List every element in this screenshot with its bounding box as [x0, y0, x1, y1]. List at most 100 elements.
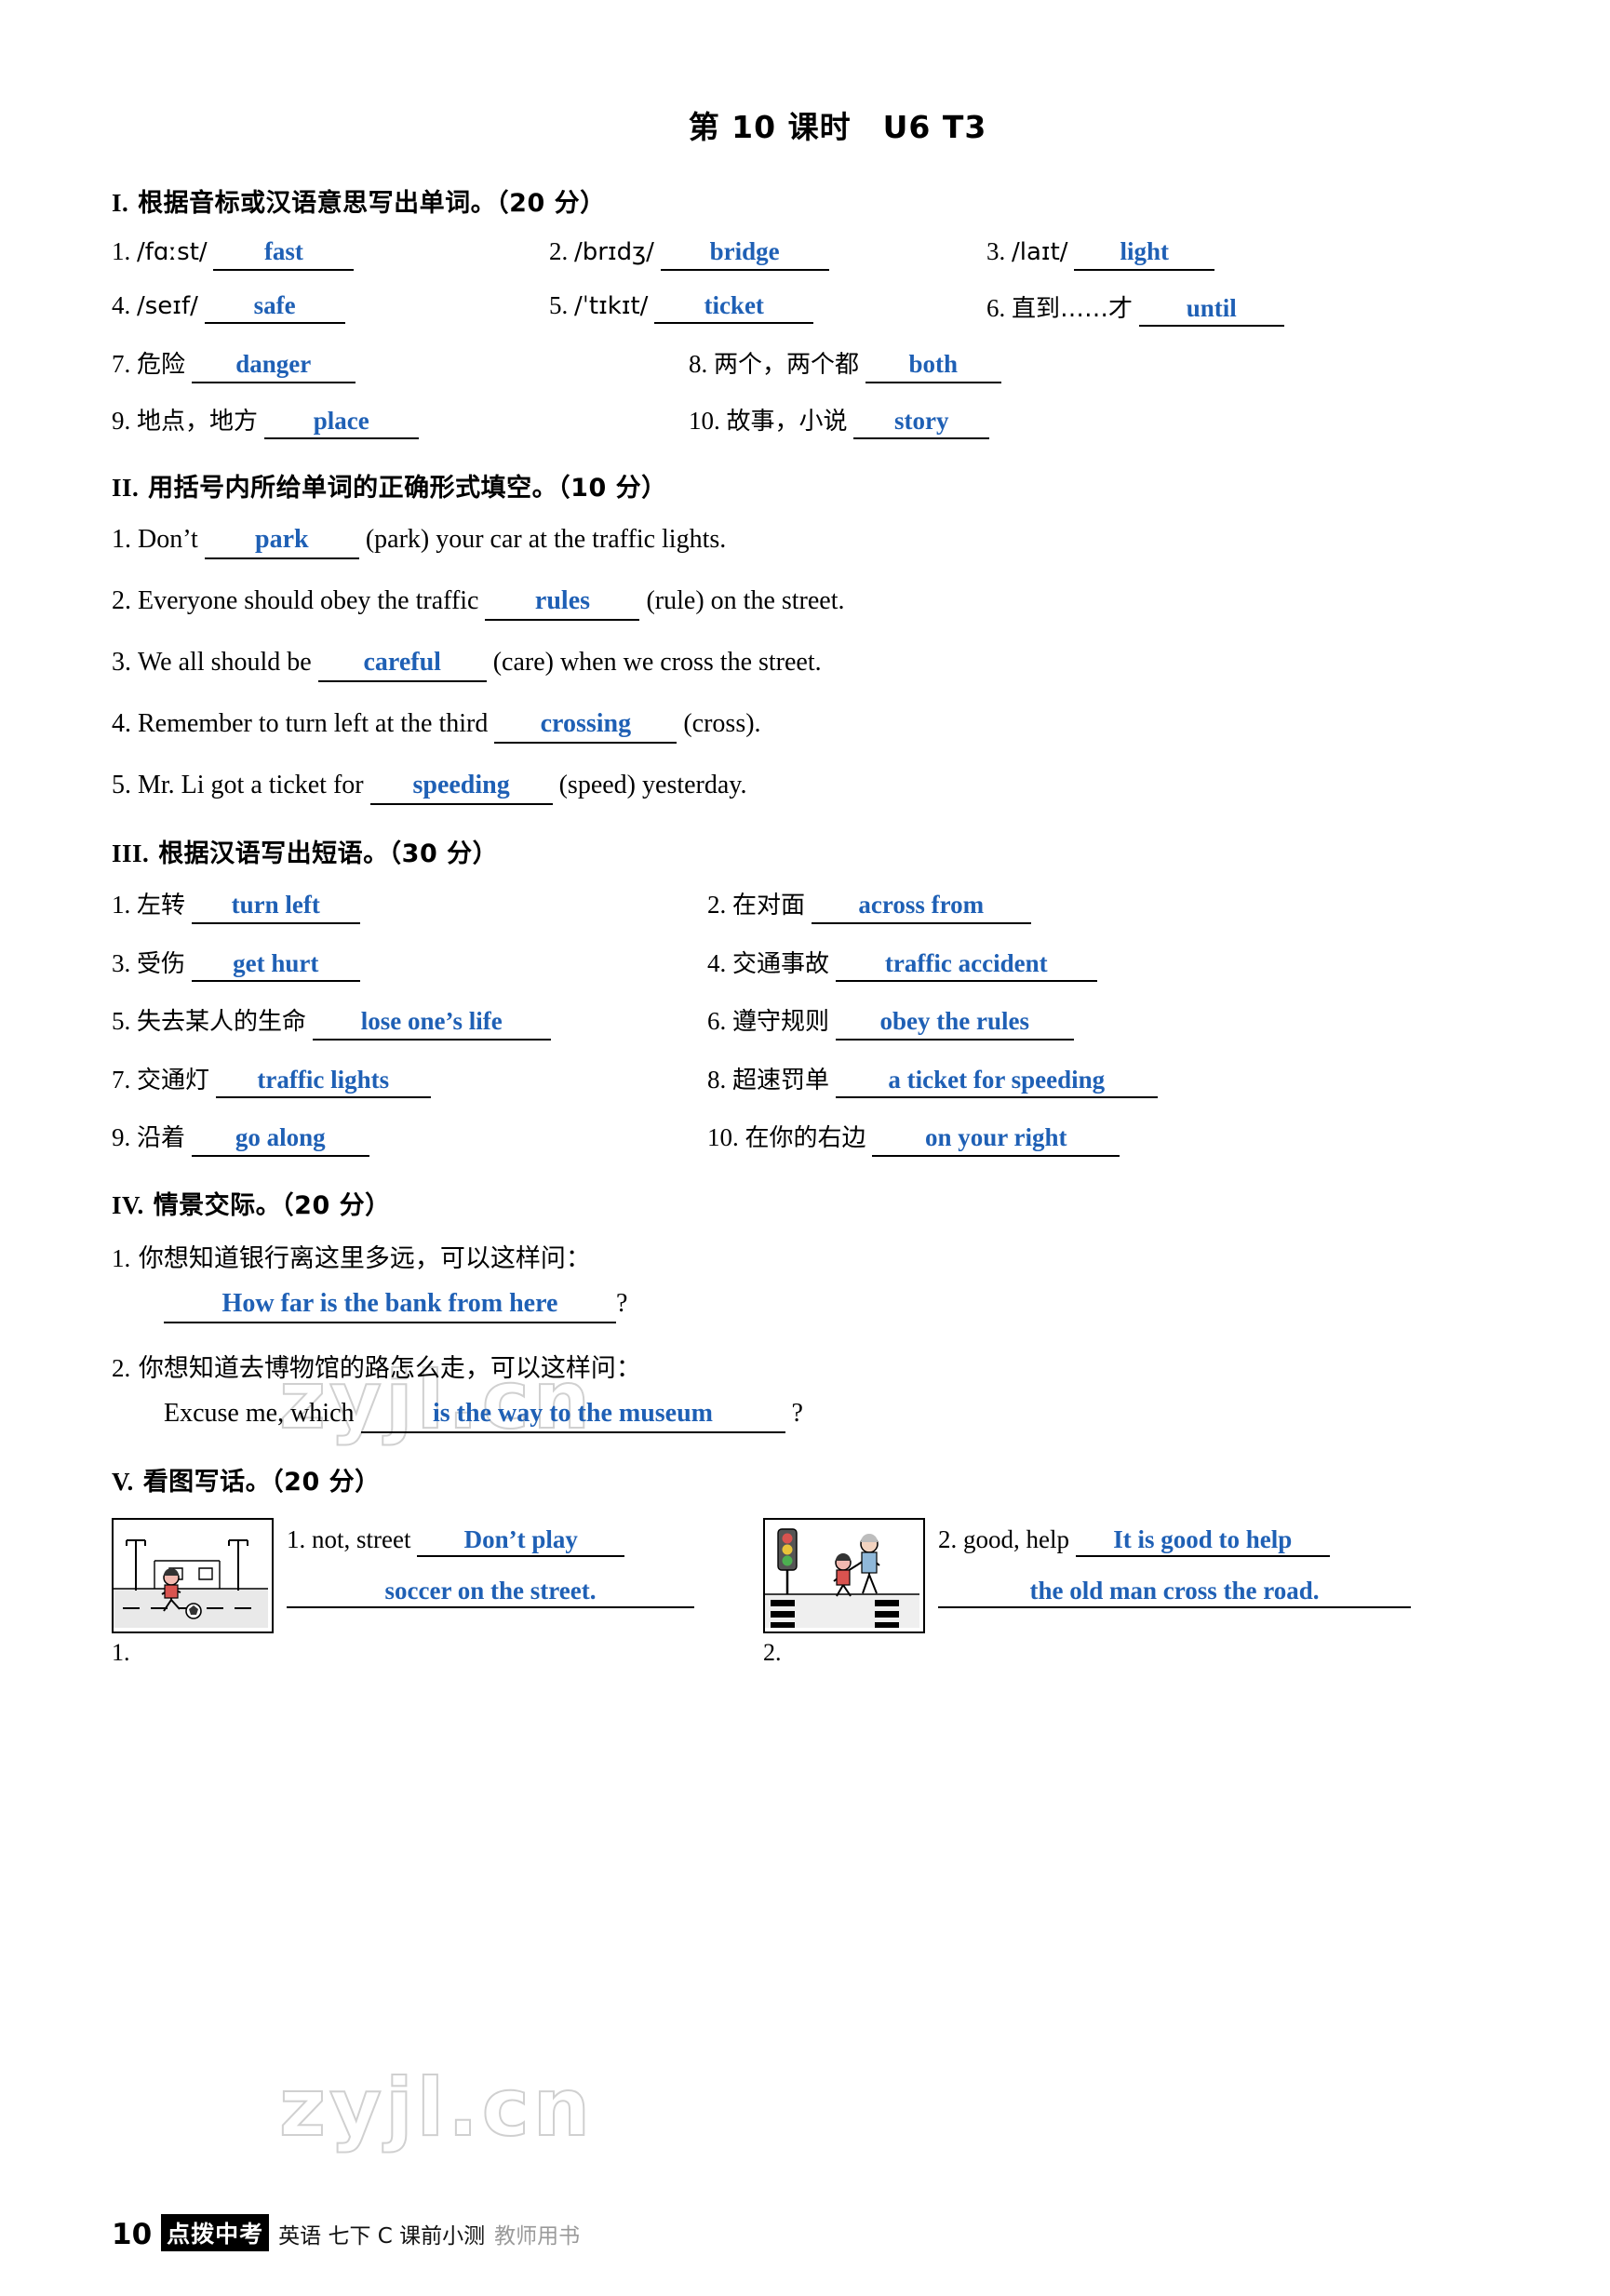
section-3-row: 5. 失去某人的生命 lose one’s life 6. 遵守规则 obey …	[112, 1002, 1508, 1041]
situation-answer-2: Excuse me, which is the way to the museu…	[164, 1397, 1508, 1433]
item-2: 2. /brɪdʒ/ bridge	[549, 235, 986, 271]
item-prompt: 受伤	[137, 949, 186, 978]
answer-blank[interactable]: Don’t play	[417, 1524, 625, 1558]
answer-blank[interactable]: until	[1138, 292, 1284, 328]
section-heading-2: II. 用括号内所给单词的正确形式填空。（10 分）	[112, 474, 667, 504]
answer-blank[interactable]: danger	[191, 348, 356, 383]
phrase-item-4: 4. 交通事故 traffic accident	[707, 945, 1097, 983]
answer-blank[interactable]: bridge	[660, 235, 829, 271]
item-6: 6. 直到……才 until	[986, 289, 1284, 328]
section-2-item: 3. We all should be careful (care) when …	[112, 643, 1508, 683]
section-2-item: 5. Mr. Li got a ticket for speeding (spe…	[112, 766, 1508, 806]
item-prompt: /fɑːst/	[137, 238, 208, 266]
item-prompt: 交通事故	[732, 949, 830, 978]
item-prompt: 左转	[137, 892, 186, 920]
answer-blank[interactable]: traffic accident	[835, 947, 1097, 983]
answer-blank[interactable]: park	[204, 523, 359, 560]
item-prompt: 两个，两个都	[714, 351, 860, 380]
item-prompt: 遵守规则	[732, 1008, 830, 1037]
answer-blank[interactable]: ticket	[654, 289, 814, 325]
answer-blank[interactable]: on your right	[872, 1121, 1120, 1157]
section-2-item: 2. Everyone should obey the traffic rule…	[112, 582, 1508, 622]
item-after: (care) when we cross the street.	[492, 648, 822, 678]
section-heading-5: V. 看图写话。（20 分）	[112, 1467, 381, 1497]
footer-text-secondary: 教师用书	[494, 2224, 581, 2249]
item-number: 3.	[112, 648, 131, 678]
answer-blank[interactable]: safe	[204, 289, 345, 325]
answer-blank[interactable]: speeding	[369, 769, 553, 806]
answer-blank[interactable]: is the way to the museum	[360, 1397, 785, 1433]
picture-answer-1: 1. not, street Don’t play soccer on the …	[287, 1518, 705, 1667]
answer-blank[interactable]: the old man cross the road.	[938, 1575, 1411, 1609]
item-prompt: 沿着	[137, 1124, 186, 1153]
item-number: 9.	[112, 1123, 131, 1152]
item-prompt: 你想知道去博物馆的路怎么走，可以这样问：	[138, 1353, 641, 1383]
answer-blank[interactable]: light	[1074, 235, 1215, 271]
item-before: Don’t	[138, 525, 198, 555]
item-number: 7.	[112, 350, 131, 379]
item-after: ?	[616, 1288, 628, 1318]
item-number: 1.	[112, 1243, 131, 1272]
item-after: (rule) on the street.	[646, 586, 845, 616]
answer-blank[interactable]: fast	[213, 235, 355, 271]
item-after: (speed) yesterday.	[558, 771, 747, 800]
watermark-2: zyjl.cn	[278, 2061, 594, 2155]
item-prompt: 危险	[137, 351, 186, 380]
worksheet-page: zyjl.cn zyjl.cn 第 10 课时 U6 T3 I. 根据音标或汉语意…	[0, 0, 1610, 2296]
phrase-item-8: 8. 超速罚单 a ticket for speeding	[707, 1061, 1158, 1099]
answer-blank[interactable]: How far is the bank from here	[164, 1287, 616, 1323]
page-footer: 10 点拨中考 英语 七下 C 课前小测 教师用书	[112, 2214, 580, 2251]
item-number: 8.	[707, 1065, 727, 1094]
picture-answer-2: 2. good, help It is good to help the old…	[938, 1518, 1422, 1667]
answer-blank[interactable]: traffic lights	[215, 1064, 431, 1099]
item-prompt: /ˈtɪkɪt/	[574, 291, 649, 320]
section-heading-5-text: 看图写话。（20 分）	[142, 1467, 381, 1497]
answer-blank[interactable]: place	[263, 405, 419, 440]
section-3-body: 1. 左转 turn left 2. 在对面 across from 3. 受伤…	[112, 886, 1508, 1157]
answer-blank[interactable]: get hurt	[191, 947, 360, 983]
answer-blank[interactable]: both	[865, 348, 1001, 383]
answer-blank[interactable]: turn left	[191, 889, 360, 924]
answer-blank[interactable]: lose one’s life	[312, 1005, 551, 1041]
answer-blank[interactable]: story	[853, 405, 990, 440]
section-3-row: 9. 沿着 go along 10. 在你的右边 on your right	[112, 1119, 1508, 1157]
item-after: (cross).	[683, 709, 761, 739]
section-heading-3-text: 根据汉语写出短语。（30 分）	[158, 839, 499, 869]
phrase-item-6: 6. 遵守规则 obey the rules	[707, 1002, 1074, 1041]
answer-blank[interactable]: rules	[485, 584, 640, 622]
children-playing-soccer-street-picture	[112, 1517, 274, 1633]
item-before: Mr. Li got a ticket for	[138, 771, 364, 800]
phrase-item-7: 7. 交通灯 traffic lights	[112, 1061, 707, 1099]
answer-blank[interactable]: careful	[317, 646, 487, 683]
picture-prompt: 1. not, street	[287, 1524, 411, 1553]
answer-blank[interactable]: a ticket for speeding	[835, 1064, 1158, 1099]
item-number: 3.	[112, 948, 131, 977]
answer-blank[interactable]: crossing	[494, 707, 678, 745]
item-number: 7.	[112, 1065, 131, 1094]
item-prompt: 故事，小说	[726, 407, 848, 436]
phrase-item-5: 5. 失去某人的生命 lose one’s life	[112, 1002, 707, 1041]
item-number: 1.	[112, 891, 131, 920]
item-number: 5.	[112, 1007, 131, 1036]
answer-blank[interactable]: obey the rules	[835, 1005, 1074, 1041]
item-10: 10. 故事，小说 story	[689, 402, 990, 440]
item-7: 7. 危险 danger	[112, 345, 689, 383]
item-number: 6.	[986, 293, 1006, 322]
item-9: 9. 地点，地方 place	[112, 402, 689, 440]
answer-blank[interactable]: It is good to help	[1075, 1524, 1330, 1558]
page-number: 10	[112, 2218, 153, 2251]
item-before: Remember to turn left at the third	[138, 709, 489, 739]
footer-text: 英语 七下 C 课前小测	[278, 2224, 486, 2249]
section-1-row: 1. /fɑːst/ fast 2. /brɪdʒ/ bridge 3. /la…	[112, 235, 1433, 271]
phrase-item-9: 9. 沿着 go along	[112, 1119, 707, 1157]
answer-blank[interactable]: go along	[191, 1121, 369, 1157]
item-3: 3. /laɪt/ light	[986, 235, 1215, 271]
item-number: 3.	[986, 237, 1006, 265]
answer-blank[interactable]: soccer on the street.	[287, 1575, 694, 1609]
section-2-body: 1. Don’t park (park) your car at the tra…	[112, 520, 1508, 806]
section-1-row: 4. /seɪf/ safe 5. /ˈtɪkɪt/ ticket 6. 直到……	[112, 289, 1433, 328]
answer-blank[interactable]: across from	[811, 889, 1031, 924]
section-heading-1-text: 根据音标或汉语意思写出单词。（20 分）	[138, 189, 606, 218]
situation-question-2: 2. 你想知道去博物馆的路怎么走，可以这样问：	[112, 1348, 1508, 1384]
section-heading-1: I. 根据音标或汉语意思写出单词。（20 分）	[112, 189, 606, 218]
